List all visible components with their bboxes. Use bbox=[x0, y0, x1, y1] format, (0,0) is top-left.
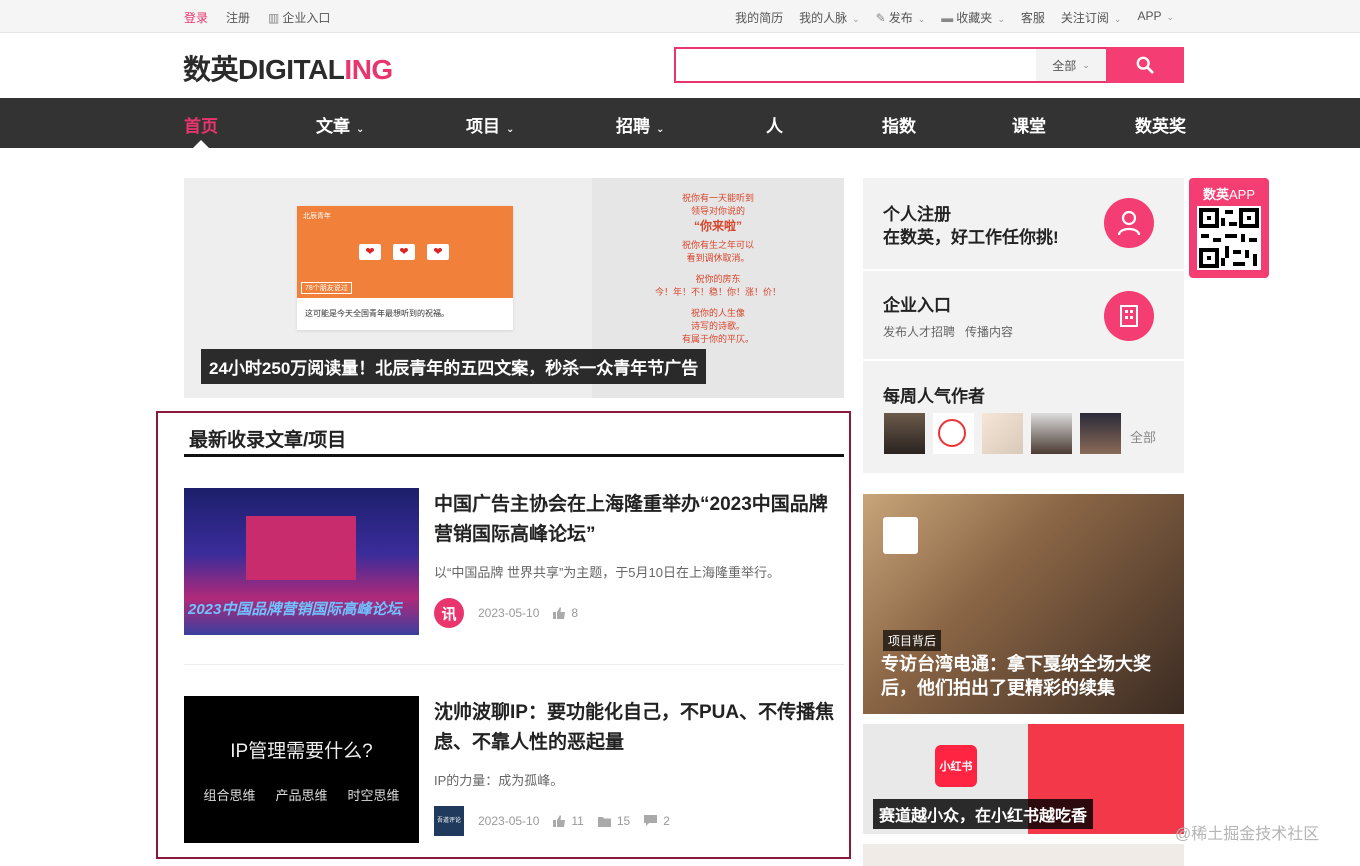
main-nav: 首页 文章 ⌄ 项目 ⌄ 招聘 ⌄ 人 指数 课堂 数英奖 bbox=[0, 98, 1360, 148]
nav-people[interactable]: 人 bbox=[766, 112, 783, 137]
section-heading: 最新收录文章/项目 bbox=[189, 430, 347, 451]
brand-logo bbox=[883, 517, 918, 554]
article-title[interactable]: 中国广告主协会在上海隆重举办“2023中国品牌营销国际高峰论坛” bbox=[434, 490, 839, 550]
search-button[interactable] bbox=[1106, 47, 1184, 83]
comment-icon bbox=[644, 815, 658, 826]
enterprise-title: 企业入口 bbox=[883, 296, 951, 315]
pencil-icon: ✎ bbox=[875, 11, 886, 25]
heart-icon: ❤ bbox=[427, 244, 449, 260]
chevron-down-icon: ⌄ bbox=[656, 124, 665, 135]
site-logo[interactable]: 数英DIGITALING bbox=[183, 48, 393, 88]
chevron-down-icon: ⌄ bbox=[1082, 59, 1090, 70]
register-link[interactable]: 注册 bbox=[226, 9, 250, 26]
search-bar: 全部 ⌄ bbox=[674, 47, 1184, 83]
article-thumbnail[interactable]: 2023中国品牌营销国际高峰论坛 bbox=[184, 488, 419, 635]
register-subtitle: 在数英，好工作任你挑! bbox=[883, 228, 1059, 247]
heart-icon: ❤ bbox=[393, 244, 415, 260]
nav-classroom[interactable]: 课堂 bbox=[1012, 112, 1046, 137]
article-title[interactable]: 沈帅波聊IP：要功能化自己，不PUA、不传播焦虑、不靠人性的恶起量 bbox=[434, 698, 839, 758]
publish-date: 2023-05-10 bbox=[478, 814, 540, 828]
hero-image-card: 北辰青年 ❤ ❤ ❤ 78个朋友说过 这可能是今天全国青年最想听到的祝福。 bbox=[297, 206, 513, 330]
favorite-count: 15 bbox=[616, 814, 631, 828]
xiaohongshu-logo: 小红书 bbox=[935, 745, 977, 787]
author-avatar[interactable] bbox=[1080, 413, 1121, 454]
article-meta: 讯 2023-05-10 8 bbox=[434, 598, 578, 628]
author-avatar[interactable]: 吾道评论 bbox=[434, 806, 464, 836]
favorites-menu[interactable]: ▬ 收藏夹 ⌄ bbox=[941, 9, 1005, 26]
article-summary: IP的力量：成为孤峰。 bbox=[434, 773, 564, 788]
chevron-down-icon: ⌄ bbox=[506, 124, 515, 135]
building-icon bbox=[1120, 305, 1138, 327]
article-meta: 吾道评论 2023-05-10 11 15 2 bbox=[434, 806, 670, 836]
author-avatar[interactable] bbox=[1031, 413, 1072, 454]
article-divider bbox=[184, 664, 844, 665]
section-divider bbox=[184, 454, 844, 457]
heart-icon: ❤ bbox=[359, 244, 381, 260]
chevron-down-icon: ⌄ bbox=[917, 14, 926, 24]
view-all-authors-link[interactable]: 全部 bbox=[1130, 427, 1156, 446]
article-item[interactable]: IP管理需要什么? 组合思维 产品思维 时空思维 沈帅波聊IP：要功能化自己，不… bbox=[184, 696, 844, 843]
nav-awards[interactable]: 数英奖 bbox=[1135, 112, 1186, 137]
featured-card-partial[interactable] bbox=[863, 844, 1184, 866]
popular-authors-title: 每周人气作者 bbox=[883, 387, 985, 406]
like-count: 11 bbox=[571, 814, 584, 828]
chevron-down-icon: ⌄ bbox=[1166, 12, 1174, 22]
search-scope-select[interactable]: 全部 ⌄ bbox=[1036, 47, 1106, 83]
register-button[interactable] bbox=[1104, 198, 1154, 248]
qr-code-icon bbox=[1197, 206, 1261, 270]
author-avatar[interactable]: 讯 bbox=[434, 598, 464, 628]
author-avatar[interactable] bbox=[933, 413, 974, 454]
article-summary: 以“中国品牌 世界共享”为主题，于5月10日在上海隆重举行。 bbox=[434, 565, 780, 580]
top-utility-bar: 登录 注册 ▥ 企业入口 我的简历 我的人脉 ⌄ ✎ 发布 ⌄ ▬ 收藏夹 ⌄ 客服 关注订… bbox=[0, 0, 1360, 33]
chevron-down-icon: ⌄ bbox=[1113, 14, 1122, 24]
popular-authors-box: 每周人气作者 全部 bbox=[863, 361, 1184, 473]
subscribe-menu[interactable]: 关注订阅 ⌄ bbox=[1061, 9, 1122, 26]
article-thumbnail[interactable]: IP管理需要什么? 组合思维 产品思维 时空思维 bbox=[184, 696, 419, 843]
active-nav-pointer bbox=[193, 140, 209, 148]
card-title: 专访台湾电通：拿下戛纳全场大奖后，他们拍出了更精彩的续集 bbox=[881, 654, 1151, 698]
author-avatar[interactable] bbox=[884, 413, 925, 454]
publish-date: 2023-05-10 bbox=[478, 606, 540, 620]
hero-banner[interactable]: 北辰青年 ❤ ❤ ❤ 78个朋友说过 这可能是今天全国青年最想听到的祝福。 祝你… bbox=[184, 178, 844, 398]
chevron-down-icon: ⌄ bbox=[852, 14, 860, 24]
my-network-menu[interactable]: 我的人脉 ⌄ bbox=[799, 9, 860, 26]
enterprise-entry-box[interactable]: 企业入口 发布人才招聘 传播内容 bbox=[863, 271, 1184, 359]
enterprise-button[interactable] bbox=[1104, 291, 1154, 341]
nav-home[interactable]: 首页 bbox=[184, 112, 218, 137]
thumbs-up-icon bbox=[553, 607, 566, 619]
app-qr-panel[interactable]: 数英APP bbox=[1189, 178, 1269, 278]
nav-jobs[interactable]: 招聘 ⌄ bbox=[616, 112, 664, 137]
featured-article-card[interactable]: 小红书 赛道越小众，在小红书越吃香 bbox=[863, 724, 1184, 834]
building-icon: ▥ bbox=[268, 11, 280, 25]
app-menu[interactable]: APP ⌄ bbox=[1137, 9, 1174, 26]
search-icon bbox=[1136, 56, 1154, 74]
featured-project-card[interactable]: 项目背后 专访台湾电通：拿下戛纳全场大奖后，他们拍出了更精彩的续集 bbox=[863, 494, 1184, 714]
personal-register-box[interactable]: 个人注册 在数英，好工作任你挑! bbox=[863, 178, 1184, 269]
watermark: @稀土掘金技术社区 bbox=[1175, 826, 1320, 843]
register-title: 个人注册 bbox=[883, 205, 951, 224]
search-input[interactable] bbox=[676, 49, 1036, 81]
folder-icon: ▬ bbox=[941, 11, 954, 25]
article-item[interactable]: 2023中国品牌营销国际高峰论坛 中国广告主协会在上海隆重举办“2023中国品牌… bbox=[184, 488, 844, 638]
comment-count: 2 bbox=[663, 814, 670, 828]
my-resume-link[interactable]: 我的简历 bbox=[735, 9, 783, 26]
hero-title[interactable]: 24小时250万阅读量！北辰青年的五四文案，秒杀一众青年节广告 bbox=[201, 349, 707, 384]
nav-articles[interactable]: 文章 ⌄ bbox=[316, 112, 364, 137]
folder-icon bbox=[597, 816, 611, 827]
customer-service-link[interactable]: 客服 bbox=[1021, 9, 1045, 26]
chevron-down-icon: ⌄ bbox=[997, 14, 1005, 24]
chevron-down-icon: ⌄ bbox=[356, 124, 365, 135]
thumbs-up-icon bbox=[553, 815, 566, 827]
enterprise-entry-link[interactable]: ▥ 企业入口 bbox=[268, 9, 330, 26]
card-tag: 项目背后 bbox=[883, 630, 942, 651]
publish-menu[interactable]: ✎ 发布 ⌄ bbox=[876, 9, 926, 26]
like-count: 8 bbox=[571, 606, 579, 620]
nav-index[interactable]: 指数 bbox=[882, 112, 916, 137]
login-link[interactable]: 登录 bbox=[184, 9, 208, 26]
author-avatar[interactable] bbox=[982, 413, 1023, 454]
card-title: 赛道越小众，在小红书越吃香 bbox=[873, 799, 1094, 829]
nav-projects[interactable]: 项目 ⌄ bbox=[466, 112, 514, 137]
user-icon bbox=[1117, 210, 1141, 236]
